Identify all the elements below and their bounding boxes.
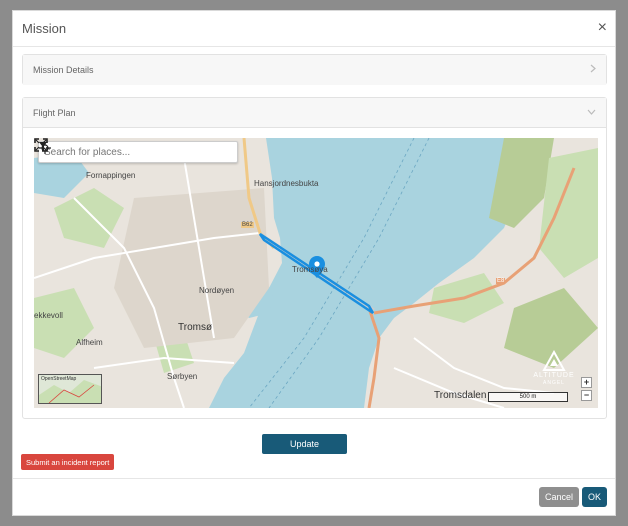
dialog-header: Mission × [13,11,615,47]
scale-bar: 500 m [488,392,568,402]
label-sorbyen: Sørbyen [167,372,198,381]
cancel-button[interactable]: Cancel [539,487,579,507]
label-road-b62: B62 [241,222,254,228]
flight-plan-panel: Flight Plan Fornappingen Hansjordnesbukt… [22,97,607,419]
mission-details-panel[interactable]: Mission Details [22,54,607,85]
ok-button[interactable]: OK [582,487,607,507]
minimap-label: OpenStreetMap [41,376,77,382]
label-road-e8: E8 [496,278,506,284]
brand-sub: ANGEL [543,380,565,386]
search-input[interactable] [39,142,207,162]
fullscreen-icon[interactable] [34,138,48,152]
label-fornappingen: Fornappingen [86,171,136,180]
label-tromso: Tromsø [178,322,213,333]
place-search [38,141,238,163]
flight-plan-header[interactable]: Flight Plan [23,98,606,128]
footer-divider [13,478,615,479]
label-nordoyen: Nordøyen [199,286,235,295]
flight-plan-title: Flight Plan [33,108,76,118]
submit-incident-button[interactable]: Submit an incident report [21,454,115,470]
mission-details-title: Mission Details [33,65,94,75]
chevron-down-icon [587,107,596,118]
flight-map[interactable]: Fornappingen Hansjordnesbukta Nordøyen T… [34,138,598,408]
dialog-title: Mission [22,21,67,36]
update-button[interactable]: Update [262,434,347,454]
label-ekkevoll: ekkevoll [34,311,63,320]
zoom-in-button[interactable]: + [581,377,592,388]
overview-minimap[interactable]: OpenStreetMap [38,374,102,404]
mission-details-header[interactable]: Mission Details [23,55,606,85]
label-alfheim: Alfheim [76,338,103,347]
brand-name: ALTITUDE [533,372,575,379]
chevron-right-icon [590,64,596,76]
zoom-out-button[interactable]: − [581,390,592,401]
label-tromsdalen: Tromsdalen [434,390,487,401]
label-hansjordnesbukta: Hansjordnesbukta [254,179,319,188]
mission-dialog: Mission × Mission Details Flight Plan Fo… [12,10,616,516]
label-tromsoya: Tromsøya [292,265,328,274]
brand-logo: ALTITUDE ANGEL [532,350,576,386]
close-icon[interactable]: × [598,19,607,37]
